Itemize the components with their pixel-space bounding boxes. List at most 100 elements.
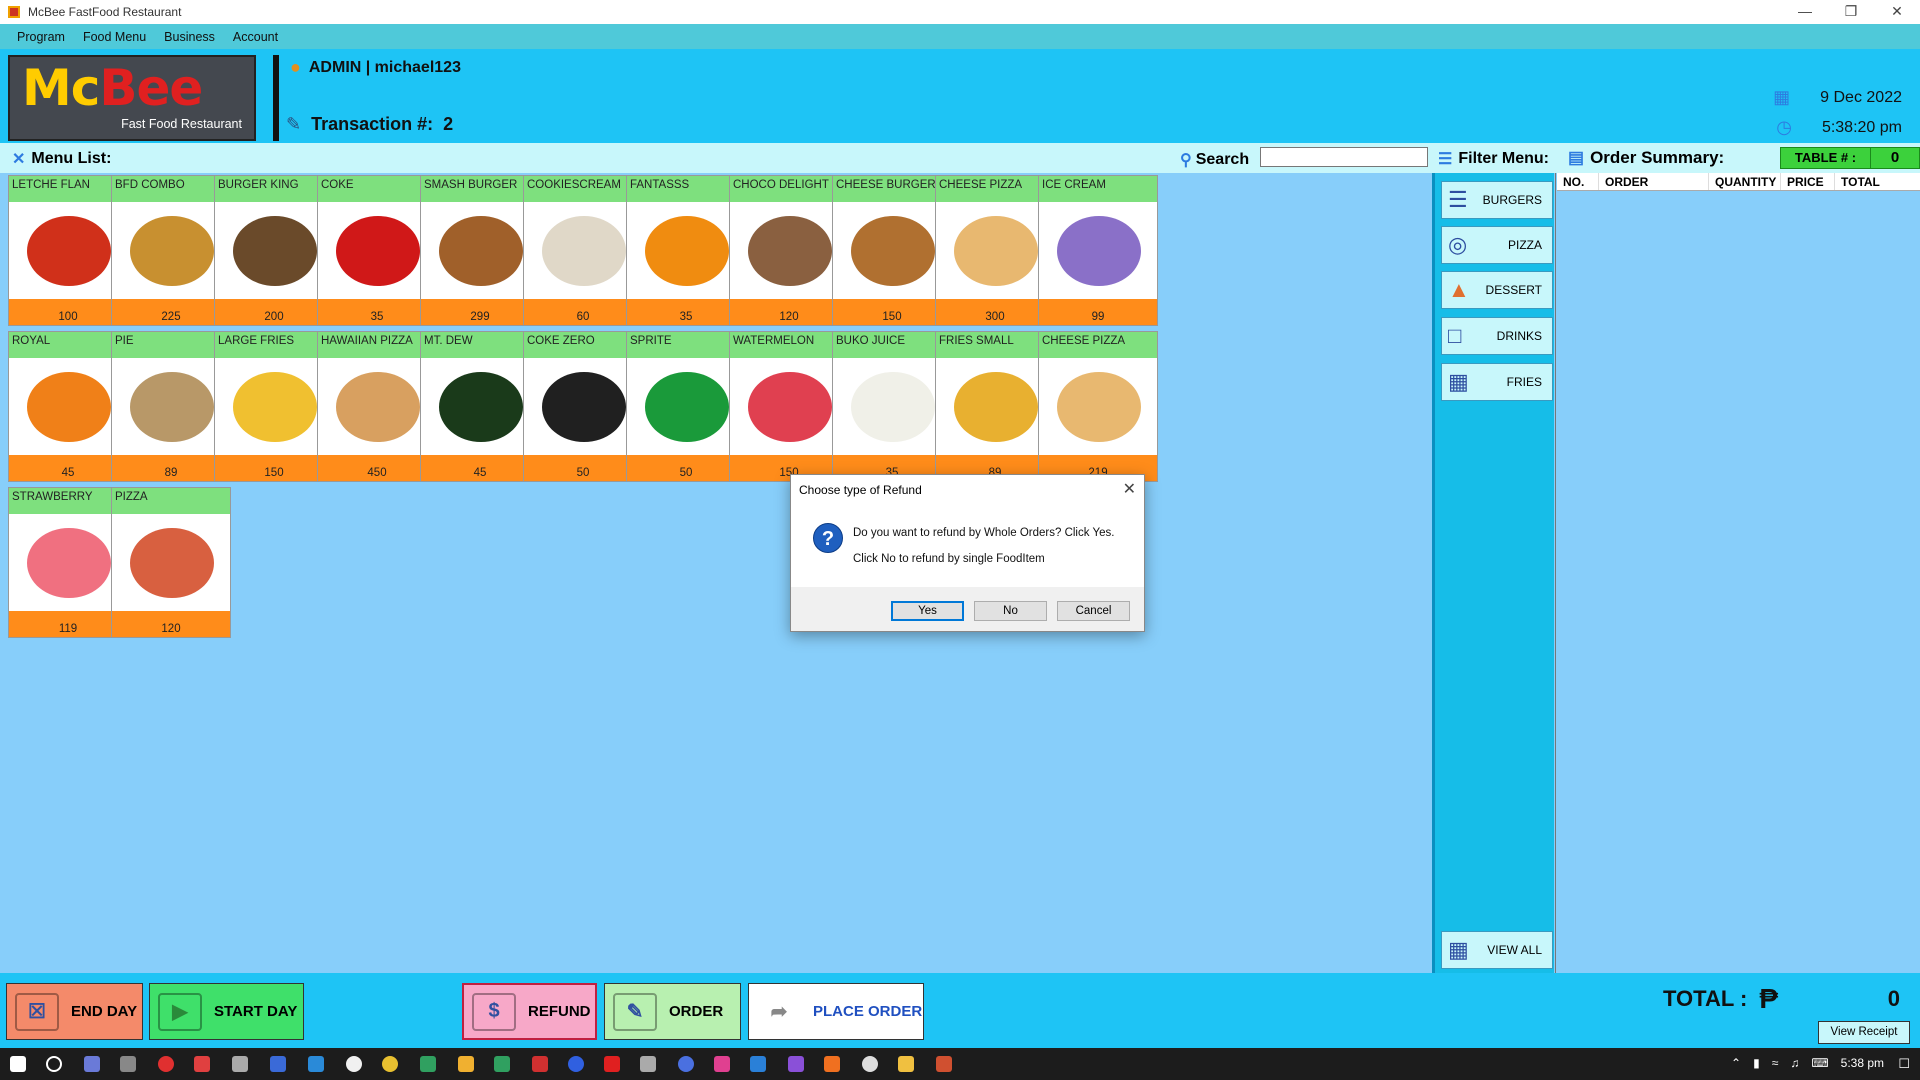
question-icon: ? xyxy=(813,523,843,553)
app-taskbar-icon[interactable] xyxy=(714,1056,730,1072)
menu-item-card[interactable]: COKE ZERO 50 xyxy=(523,331,643,482)
battery-icon[interactable]: ▮ xyxy=(1753,1056,1760,1070)
menu-item-card[interactable]: CHEESE PIZZA 219 xyxy=(1038,331,1158,482)
menu-item-price: 300 xyxy=(936,299,1054,325)
drive-icon[interactable] xyxy=(458,1056,474,1072)
facebook-icon[interactable] xyxy=(568,1056,584,1072)
refund-icon: $ xyxy=(472,992,516,1031)
minimize-button[interactable]: — xyxy=(1782,0,1828,24)
restore-button[interactable]: ❐ xyxy=(1828,0,1874,24)
filter-dessert-button[interactable]: ▲ DESSERT xyxy=(1441,271,1553,309)
table-label: TABLE # : xyxy=(1781,148,1871,168)
app-taskbar-icon[interactable] xyxy=(308,1056,324,1072)
menu-item-card[interactable]: ROYAL 45 xyxy=(8,331,128,482)
view-receipt-button[interactable]: View Receipt xyxy=(1818,1021,1910,1044)
filter-menu-label: Filter Menu: xyxy=(1458,150,1550,167)
order-label: ORDER xyxy=(669,1003,724,1020)
menu-item-card[interactable]: BURGER KING 200 xyxy=(214,175,334,326)
food-photo xyxy=(336,372,420,442)
food-photo xyxy=(233,216,317,286)
filter-fries-button[interactable]: ▦ FRIES xyxy=(1441,363,1553,401)
order-button[interactable]: ✎ ORDER xyxy=(604,983,741,1040)
menu-item-card[interactable]: HAWAIIAN PIZZA 450 xyxy=(317,331,437,482)
menu-business[interactable]: Business xyxy=(155,30,224,44)
menu-item-card[interactable]: MT. DEW 45 xyxy=(420,331,540,482)
app-taskbar-icon[interactable] xyxy=(194,1056,210,1072)
dialog-title: Choose type of Refund xyxy=(799,483,922,497)
mcbee-app-icon[interactable] xyxy=(936,1056,952,1072)
chevron-up-icon[interactable]: ⌃ xyxy=(1731,1056,1741,1070)
vscode-icon[interactable] xyxy=(750,1056,766,1072)
dialog-close-icon[interactable]: ✕ xyxy=(1123,479,1136,499)
youtube-icon[interactable] xyxy=(604,1056,620,1072)
menu-item-card[interactable]: LETCHE FLAN 100 xyxy=(8,175,128,326)
menu-item-card[interactable]: PIZZA 120 xyxy=(111,487,231,638)
menu-item-card[interactable]: FRIES SMALL 89 xyxy=(935,331,1055,482)
food-photo xyxy=(130,372,214,442)
menu-item-card[interactable]: BFD COMBO 225 xyxy=(111,175,231,326)
start-icon[interactable] xyxy=(10,1056,26,1072)
menu-item-price: 99 xyxy=(1039,299,1157,325)
menu-item-card[interactable]: CHEESE BURGER 150 xyxy=(832,175,952,326)
menu-food-menu[interactable]: Food Menu xyxy=(74,30,155,44)
close-button[interactable]: ✕ xyxy=(1874,0,1920,24)
app-taskbar-icon[interactable] xyxy=(84,1056,100,1072)
app-taskbar-icon[interactable] xyxy=(420,1056,436,1072)
menu-item-card[interactable]: WATERMELON 150 xyxy=(729,331,849,482)
menu-account[interactable]: Account xyxy=(224,30,287,44)
menu-item-card[interactable]: SPRITE 50 xyxy=(626,331,746,482)
end-day-button[interactable]: ☒ END DAY xyxy=(6,983,143,1040)
app-taskbar-icon[interactable] xyxy=(232,1056,248,1072)
menu-item-card[interactable]: CHEESE PIZZA 300 xyxy=(935,175,1055,326)
refund-button[interactable]: $ REFUND xyxy=(462,983,597,1040)
app-taskbar-icon[interactable] xyxy=(494,1056,510,1072)
menu-item-card[interactable]: PIE 89 xyxy=(111,331,231,482)
menu-item-name: COOKIESCREAM xyxy=(524,176,642,202)
app-taskbar-icon[interactable] xyxy=(640,1056,656,1072)
record-taskbar-icon[interactable] xyxy=(158,1056,174,1072)
app-taskbar-icon[interactable] xyxy=(270,1056,286,1072)
menu-program[interactable]: Program xyxy=(8,30,74,44)
menu-item-image xyxy=(9,514,127,612)
app-taskbar-icon[interactable] xyxy=(678,1056,694,1072)
filter-pizza-button[interactable]: ◎ PIZZA xyxy=(1441,226,1553,264)
dialog-yes-button[interactable]: Yes xyxy=(891,601,964,621)
google-icon[interactable] xyxy=(346,1056,362,1072)
keyboard-icon[interactable]: ⌨ xyxy=(1811,1056,1828,1070)
dialog-no-button[interactable]: No xyxy=(974,601,1047,621)
menu-item-card[interactable]: ICE CREAM 99 xyxy=(1038,175,1158,326)
menu-item-card[interactable]: STRAWBERRY 119 xyxy=(8,487,128,638)
total-value: 0 xyxy=(1887,986,1900,1011)
filter-drinks-button[interactable]: □ DRINKS xyxy=(1441,317,1553,355)
chrome-icon[interactable] xyxy=(382,1056,398,1072)
menu-item-card[interactable]: FANTASSS 35 xyxy=(626,175,746,326)
menu-item-card[interactable]: CHOCO DELIGHT 120 xyxy=(729,175,849,326)
menu-item-card[interactable]: COOKIESCREAM 60 xyxy=(523,175,643,326)
wifi-icon[interactable]: ≈ xyxy=(1772,1056,1779,1070)
menu-item-name: WATERMELON xyxy=(730,332,848,358)
settings-icon[interactable] xyxy=(862,1056,878,1072)
menu-item-name: PIE xyxy=(112,332,230,358)
filter-burgers-button[interactable]: ☰ BURGERS xyxy=(1441,181,1553,219)
app-taskbar-icon[interactable] xyxy=(824,1056,840,1072)
gmail-icon[interactable] xyxy=(532,1056,548,1072)
search-input[interactable] xyxy=(1260,147,1428,167)
view-all-button[interactable]: ▦ VIEW ALL xyxy=(1441,931,1553,969)
taskbar-time[interactable]: 5:38 pm xyxy=(1841,1056,1884,1070)
visual-studio-icon[interactable] xyxy=(788,1056,804,1072)
start-day-button[interactable]: ▶ START DAY xyxy=(149,983,304,1040)
order-icon: ✎ xyxy=(613,992,657,1031)
menu-item-name: COKE ZERO xyxy=(524,332,642,358)
menu-item-price: 299 xyxy=(421,299,539,325)
file-explorer-icon[interactable] xyxy=(898,1056,914,1072)
place-order-button[interactable]: ➦ PLACE ORDER xyxy=(748,983,924,1040)
app-taskbar-icon[interactable] xyxy=(120,1056,136,1072)
notification-icon[interactable]: ☐ xyxy=(1898,1056,1910,1072)
menu-item-card[interactable]: SMASH BURGER 299 xyxy=(420,175,540,326)
volume-icon[interactable]: ♫ xyxy=(1790,1056,1799,1070)
dialog-cancel-button[interactable]: Cancel xyxy=(1057,601,1130,621)
menu-item-card[interactable]: COKE 35 xyxy=(317,175,437,326)
menu-item-card[interactable]: LARGE FRIES 150 xyxy=(214,331,334,482)
search-taskbar-icon[interactable] xyxy=(46,1056,62,1072)
menu-item-card[interactable]: BUKO JUICE 35 xyxy=(832,331,952,482)
